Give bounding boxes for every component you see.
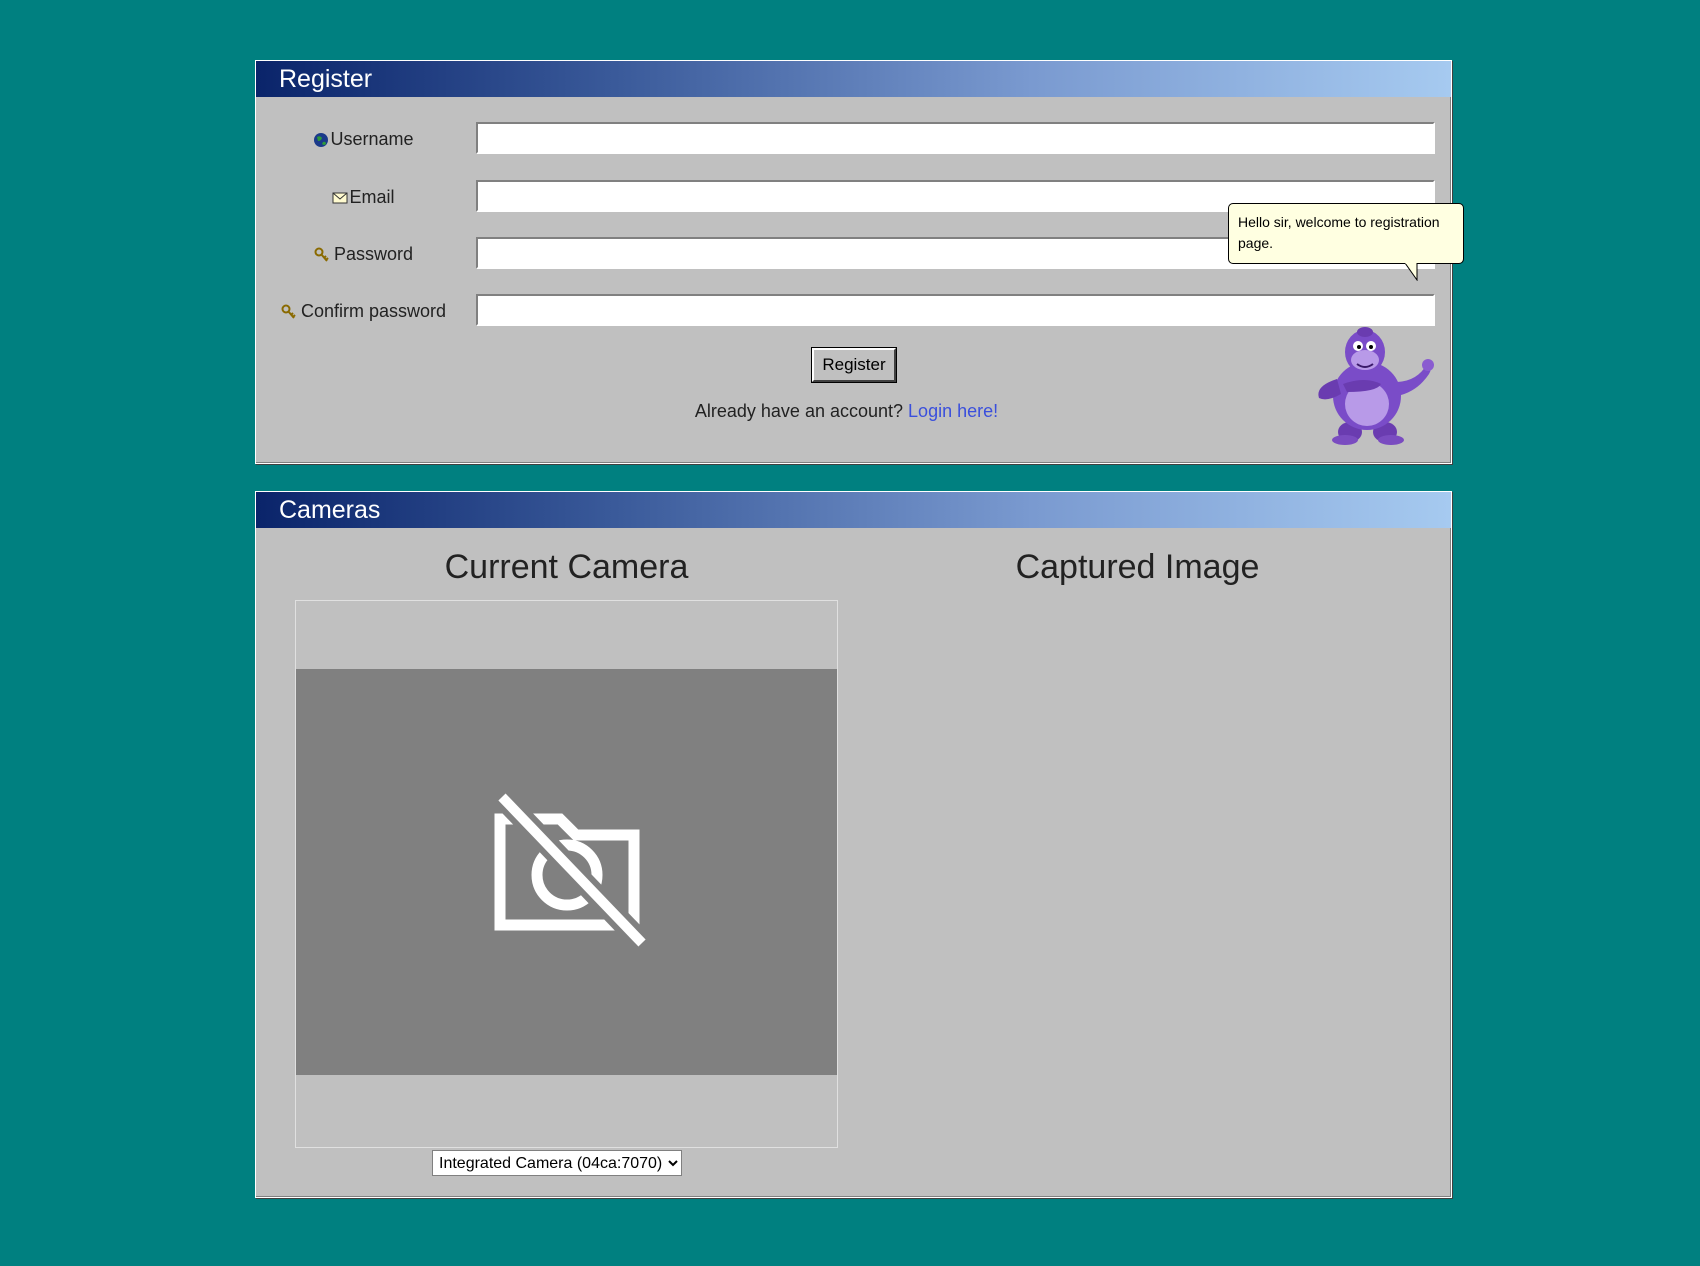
login-prompt-text: Already have an account?: [694, 401, 904, 421]
cameras-window: Cameras Current Camera Captured Image In…: [255, 491, 1452, 1198]
camera-off-icon: [493, 789, 650, 951]
key-icon: [281, 304, 296, 319]
camera-video: [296, 669, 837, 1075]
key-icon: [314, 247, 329, 262]
confirm-password-input[interactable]: [476, 294, 1435, 326]
login-prompt: Already have an account? Login here!: [256, 401, 1451, 422]
current-camera-heading: Current Camera: [444, 548, 689, 586]
assistant-message: Hello sir, welcome to registration page.: [1238, 214, 1440, 251]
register-title: Register: [256, 61, 1451, 97]
email-label-text: Email: [349, 187, 395, 207]
password-label-text: Password: [333, 244, 414, 264]
login-link[interactable]: Login here!: [908, 401, 998, 421]
globe-icon: [314, 132, 329, 147]
envelope-icon: [332, 192, 348, 203]
username-label-text: Username: [330, 129, 414, 149]
username-label: Username: [256, 129, 471, 150]
password-label: Password: [256, 244, 471, 265]
email-label: Email: [256, 187, 471, 208]
cameras-title: Cameras: [256, 492, 1451, 528]
camera-select[interactable]: Integrated Camera (04ca:7070): [432, 1150, 682, 1176]
balloon-tail: [1405, 263, 1418, 281]
captured-image-heading: Captured Image: [1015, 548, 1260, 586]
confirm-password-label-text: Confirm password: [300, 301, 447, 321]
purple-gorilla-mascot[interactable]: [1305, 324, 1435, 446]
confirm-password-label: Confirm password: [256, 301, 471, 322]
username-input[interactable]: [476, 122, 1435, 154]
username-row: Username: [256, 122, 1451, 156]
register-button[interactable]: Register: [812, 348, 896, 382]
camera-frame: [295, 600, 838, 1148]
assistant-speech-balloon: Hello sir, welcome to registration page.: [1228, 203, 1464, 264]
confirm-password-row: Confirm password: [256, 294, 1451, 328]
